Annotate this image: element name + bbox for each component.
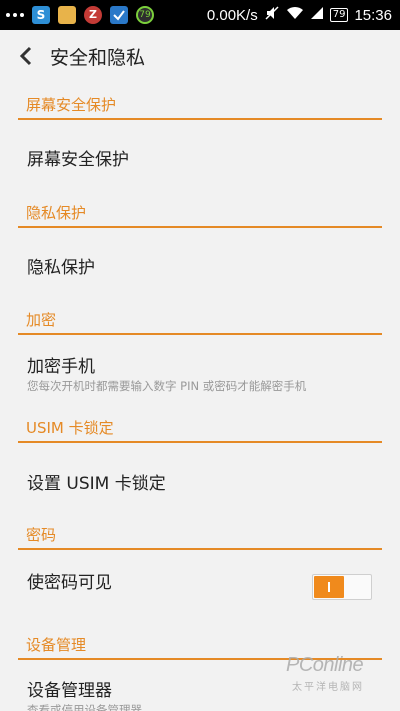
section-header-encryption: 加密 <box>18 299 382 335</box>
system-icons: 0.00K/s 79 15:36 <box>207 5 392 25</box>
item-subtitle: 您每次开机时都需要输入数字 PIN 或密码才能解密手机 <box>27 379 307 393</box>
mute-icon <box>264 5 280 25</box>
section-label: 隐私保护 <box>26 204 87 222</box>
list-item-privacy[interactable]: 隐私保护 <box>18 228 382 300</box>
section-label: 密码 <box>26 526 57 544</box>
item-title: 屏幕安全保护 <box>27 150 129 170</box>
item-subtitle: 查看或停用设备管理器 <box>27 703 142 711</box>
toggle-knob <box>314 576 344 598</box>
watermark-logo: PConline <box>286 654 364 676</box>
action-bar: 安全和隐私 <box>0 30 400 82</box>
section-header-password: 密码 <box>18 514 382 550</box>
signal-icon <box>310 6 324 24</box>
back-arrow-icon[interactable] <box>18 46 36 66</box>
cleaner-badge-icon: 79 <box>136 6 154 24</box>
section-label: 加密 <box>26 311 57 329</box>
section-label: USIM 卡锁定 <box>26 419 114 437</box>
item-title: 隐私保护 <box>27 258 95 278</box>
section-header-usim: USIM 卡锁定 <box>18 407 382 443</box>
security-app-icon: S <box>32 6 50 24</box>
page-title: 安全和隐私 <box>50 47 146 69</box>
item-title: 使密码可见 <box>27 573 112 593</box>
check-app-icon <box>110 6 128 24</box>
z-app-icon: Z <box>84 6 102 24</box>
more-dots-icon <box>6 13 24 17</box>
network-speed: 0.00K/s <box>206 6 258 24</box>
clock: 15:36 <box>354 6 392 24</box>
pconline-watermark: PConline 太平洋电脑网 <box>282 654 394 694</box>
section-header-screen-security: 屏幕安全保护 <box>18 84 382 120</box>
battery-icon: 79 <box>329 8 349 22</box>
item-title: 加密手机 <box>27 357 95 377</box>
list-item-encrypt-phone[interactable]: 加密手机 您每次开机时都需要输入数字 PIN 或密码才能解密手机 <box>18 336 382 408</box>
wifi-icon <box>286 6 304 24</box>
item-title: 设备管理器 <box>27 681 112 701</box>
watermark-subtitle: 太平洋电脑网 <box>292 682 364 693</box>
section-label: 设备管理 <box>26 636 87 654</box>
section-header-privacy: 隐私保护 <box>18 192 382 228</box>
status-bar: S Z 79 0.00K/s 79 15:36 <box>0 0 400 30</box>
cake-app-icon <box>58 6 76 24</box>
list-item-usim-lock[interactable]: 设置 USIM 卡锁定 <box>18 444 382 516</box>
section-label: 屏幕安全保护 <box>26 96 117 114</box>
item-title: 设置 USIM 卡锁定 <box>27 474 166 494</box>
notification-icons: S Z 79 <box>6 6 154 24</box>
list-item-screen-security[interactable]: 屏幕安全保护 <box>18 120 382 192</box>
settings-screen: S Z 79 0.00K/s 79 15:36 安全和隐私 屏幕安全保护 屏幕安… <box>0 0 400 711</box>
show-password-toggle[interactable] <box>312 574 372 600</box>
